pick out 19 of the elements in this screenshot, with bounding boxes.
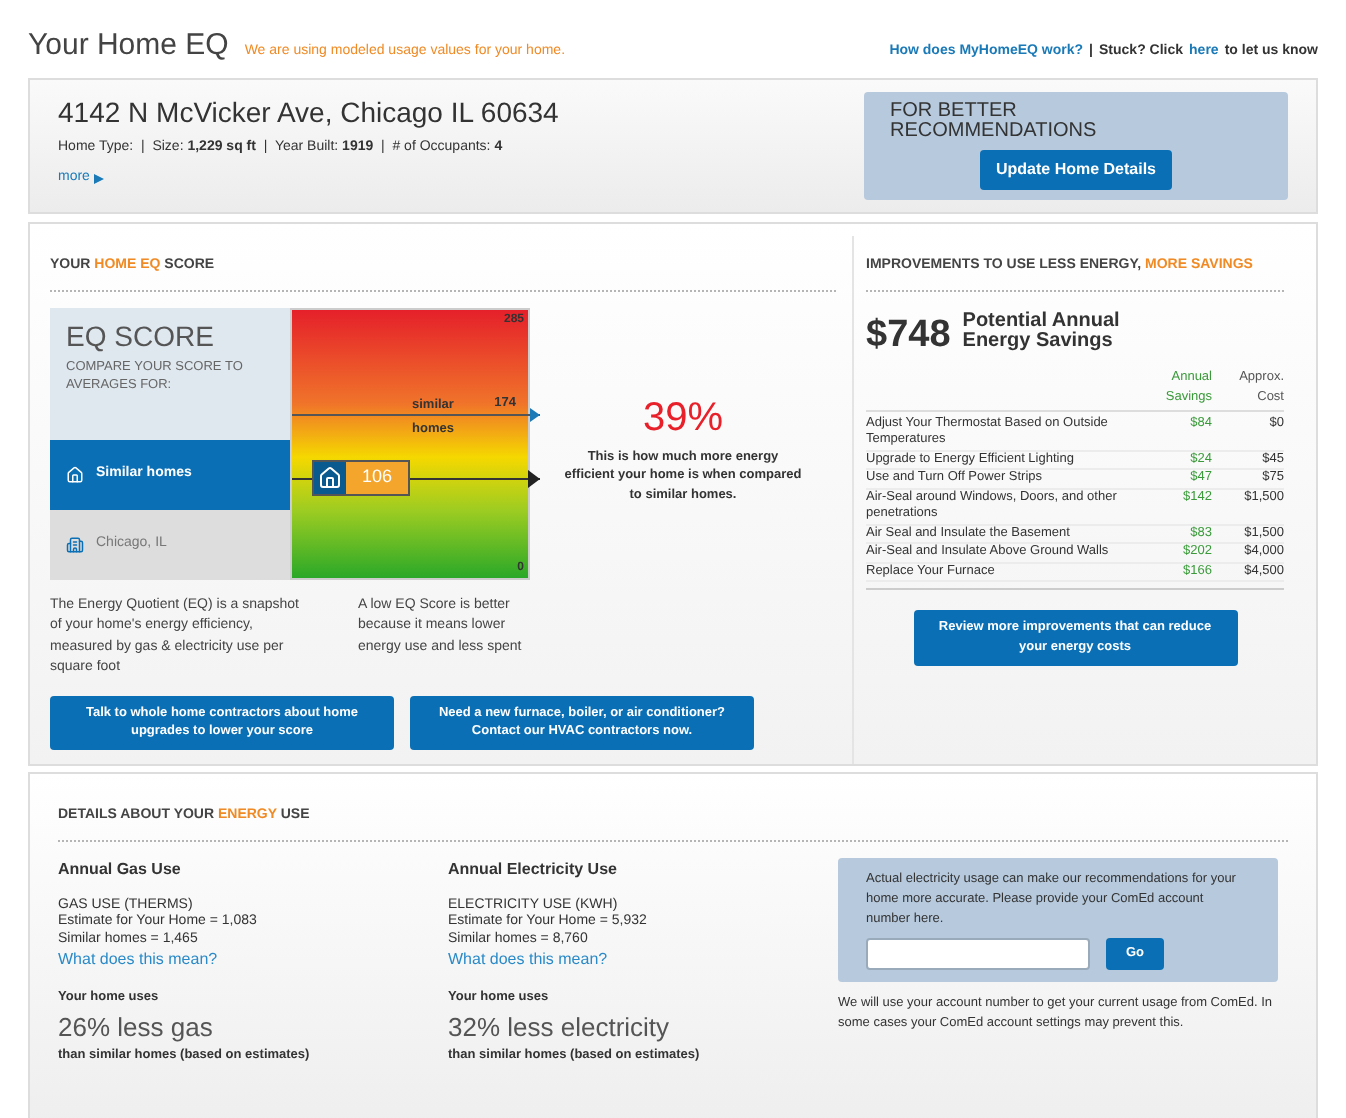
house-icon — [314, 461, 346, 494]
page-title: Your Home EQ — [28, 26, 229, 66]
buildings-icon — [66, 535, 84, 553]
efficiency-percent: 39% — [642, 393, 724, 443]
usage-comparison: 26% less gas — [58, 1009, 215, 1046]
triangle-icon — [93, 173, 104, 184]
home-address: 4142 N McVicker Ave, Chicago IL 60634 — [58, 93, 559, 132]
usage-title: Annual Gas Use — [58, 857, 183, 881]
eq-title: EQ SCORE — [66, 317, 216, 356]
update-home-button[interactable]: Update Home Details — [979, 149, 1173, 189]
what-does-this-mean-link[interactable]: What does this mean? — [448, 948, 608, 972]
usage-comparison: 32% less electricity — [448, 1009, 672, 1046]
your-score-badge: 106 — [312, 459, 411, 496]
usage-title: Annual Electricity Use — [448, 857, 619, 881]
recommend-title: FOR BETTER RECOMMENDATIONS — [890, 101, 1099, 141]
account-number-field[interactable] — [866, 937, 1090, 969]
savings-label: Potential Annual Energy Savings — [962, 311, 1122, 351]
what-does-this-mean-link[interactable]: What does this mean? — [58, 948, 218, 972]
savings-amount: $748 — [866, 311, 951, 359]
